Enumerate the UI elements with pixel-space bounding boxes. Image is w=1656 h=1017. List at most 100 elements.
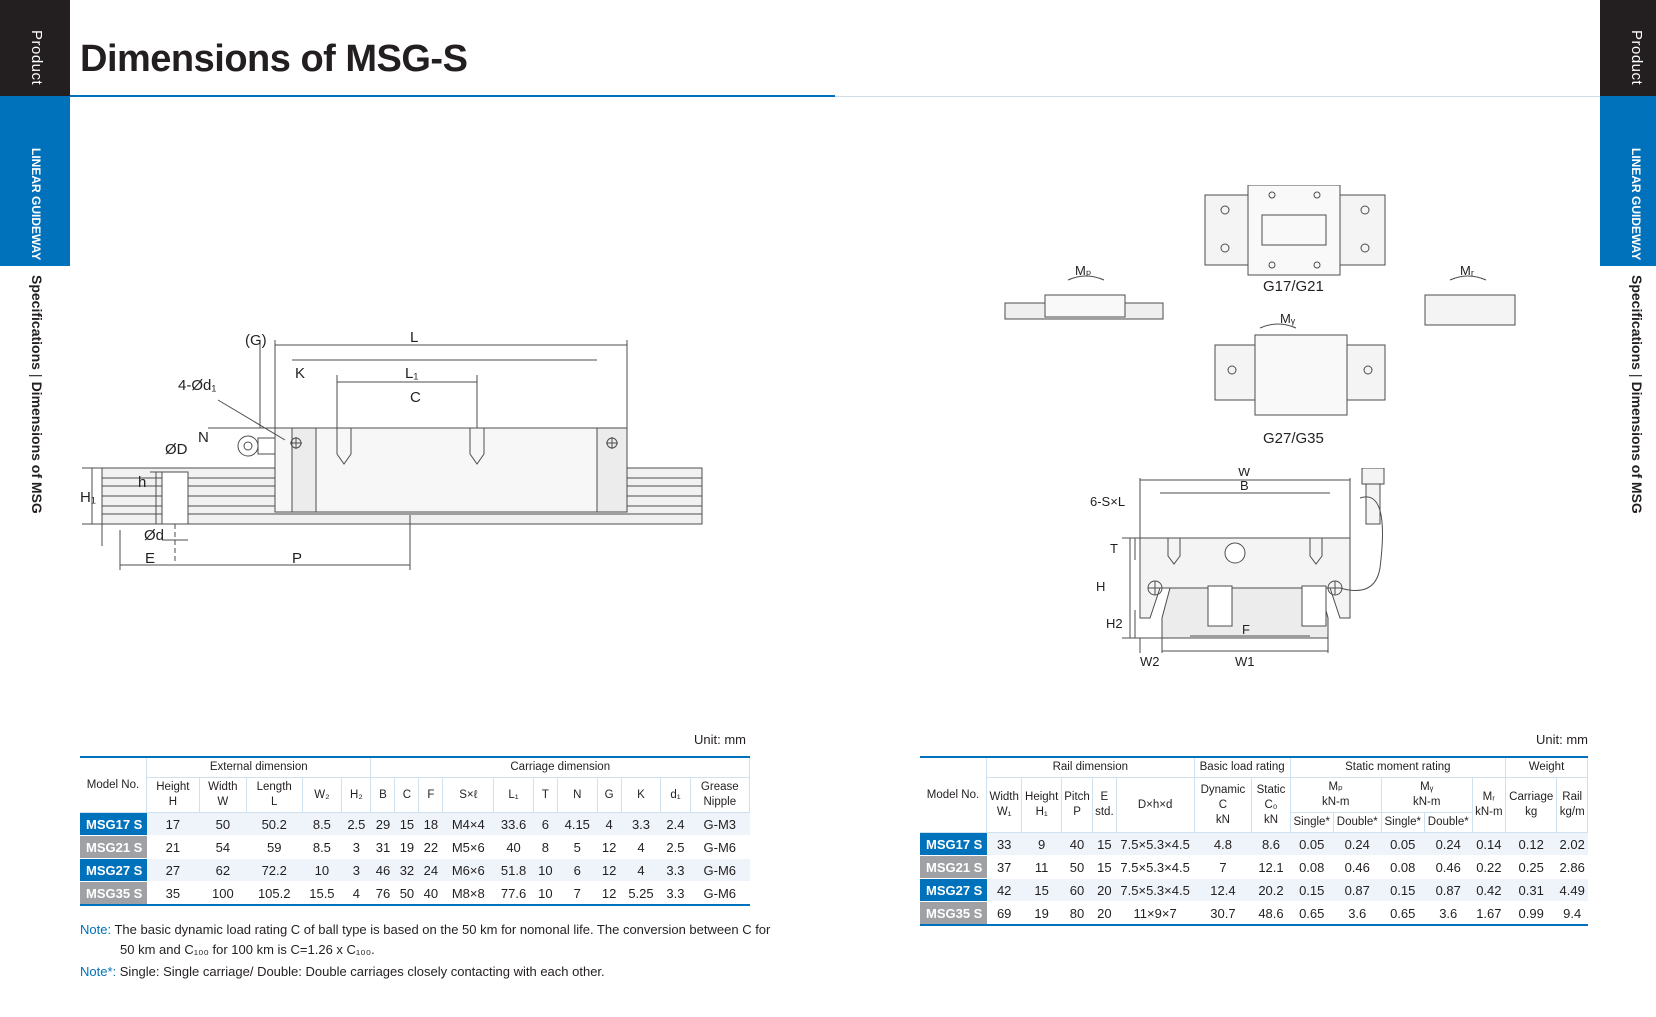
col-header: Height H₁ [1021,777,1062,833]
table-cell: 77.6 [493,881,534,906]
table-cell: 22 [418,835,443,859]
table-cell: 2.02 [1556,832,1588,856]
table-cell: 50 [394,881,419,906]
table-cell: 0.31 [1505,878,1557,902]
table-cell: 12.4 [1194,878,1252,902]
table-cell: 40 [1061,832,1093,856]
label-f: F [1242,622,1250,637]
col-header: Mᵣ kN-m [1472,777,1506,833]
col-header-name: Height [1025,791,1059,803]
table-cell: 20 [1092,901,1117,926]
col-header-name: F [427,788,435,801]
table-cell: 7 [1194,855,1252,879]
table-cell: 80 [1061,901,1093,926]
col-header: N [557,777,598,813]
model-cell: MSG21 S [920,855,987,879]
carriage-shape [274,427,628,513]
col-header: Length L [246,777,303,813]
label-n: N [198,429,209,446]
col-header-name: N [573,788,582,801]
table-cell: 0.08 [1290,855,1334,879]
cross-section-drawing: W B 6-S×L T H H2 F W2 W1 [1090,468,1385,668]
table-row: MSG35 S 69 19 80 20 11×9×7 30.7 48.6 0.65 3.6 0.65… [920,901,1588,926]
breadcrumb-dimensions[interactable]: Dimensions of MSG [1629,382,1645,514]
table-cell: 15.5 [302,881,342,906]
table-cell: 3 [341,835,371,859]
col-header-symbol: Nipple [703,796,737,808]
table-cell: 15 [1092,832,1117,856]
sidebar-section-block [1600,96,1656,266]
table-cell: 7 [557,881,598,906]
table-cell: 4 [597,812,622,836]
label-w1: W1 [1235,654,1255,668]
col-header: L₁ [493,777,534,813]
table-row: MSG21 S 21 54 59 8.5 3 31 19 22 M5×6 40 8 5 12 4 2.5 G-M… [80,835,750,859]
label-d: Ød [144,527,164,544]
table-cell: 15 [394,812,419,836]
header-weight: Weight [1505,756,1589,778]
table-cell: 48.6 [1251,901,1291,926]
table-cell: 7.5×5.3×4.5 [1116,855,1195,879]
table-cell: 0.65 [1290,901,1334,926]
col-header-symbol: H₁ [1035,806,1048,818]
label-b: B [1240,478,1249,493]
table-cell: 0.24 [1333,832,1382,856]
table-cell: 72.2 [246,858,303,882]
table-cell: 2.5 [660,835,691,859]
model-cell: MSG27 S [80,858,147,882]
carriage-front-view-small [1424,294,1516,326]
col-header: Mₚ kN-m [1290,777,1382,813]
label-t: T [1110,541,1118,556]
header-moment: Static moment rating [1290,756,1506,778]
single-header: Single* [1381,812,1425,833]
double-header: Double* [1333,812,1382,833]
col-header-unit: kN-m [1475,806,1503,818]
col-header-name: Mₚ [1328,781,1343,793]
table-cell: 9.4 [1556,901,1588,926]
bolt-shape [1361,468,1385,485]
table-cell: 21 [146,835,200,859]
label-g27-g35: G27/G35 [1263,430,1324,447]
label-h1: H₁ [80,489,96,506]
header-model: Model No. [80,756,147,813]
col-header-name: d₁ [670,788,681,801]
table-cell: 15 [1092,855,1117,879]
col-header-name: Height [156,781,190,793]
model-cell: MSG21 S [80,835,147,859]
col-header: Height H [146,777,200,813]
label-d1: 4-Ød₁ [178,377,216,394]
col-header: Mᵧ kN-m [1381,777,1473,813]
table-cell: 0.99 [1505,901,1557,926]
table-cell: 0.87 [1333,878,1382,902]
breadcrumb-specifications[interactable]: Specifications [1629,275,1645,370]
col-header-name: T [541,788,549,801]
breadcrumb-dimensions[interactable]: Dimensions of MSG [29,382,45,514]
table-cell: 35 [146,881,200,906]
col-header-name: G [604,788,614,801]
label-my: Mᵧ [1280,311,1296,326]
col-header-line: Dynamic [1200,783,1246,796]
col-header-symbol: L [271,796,278,808]
table-cell: 50.2 [246,812,303,836]
note-1-label: Note: [80,922,112,937]
col-header: G [597,777,622,813]
sidebar-section-label: LINEAR GUIDEWAY [29,148,43,261]
table-cell: 4.8 [1194,832,1252,856]
left-spec-table: Model No. External dimension Carriage di… [80,756,751,906]
table-cell: 0.14 [1472,832,1506,856]
table-row: MSG35 S 35 100 105.2 15.5 4 76 50 40 M8×8 77.6 10 7 1… [80,881,750,906]
table-cell: 30.7 [1194,901,1252,926]
table-cell: 19 [1021,901,1062,926]
table-cell: 40 [493,835,534,859]
right-table-unit: Unit: mm [1536,732,1588,747]
table-cell: 8.5 [302,812,342,836]
col-header-line: C [1218,798,1228,811]
moment-views-drawing: Mₚ Mᵣ Mᵧ G17/G21 G27/G35 [1004,185,1516,447]
breadcrumb-specifications[interactable]: Specifications [29,275,45,370]
table-cell: 105.2 [246,881,303,906]
col-header-name: Carriage [1509,791,1554,803]
notes: Note: The basic dynamic load rating C of… [80,920,770,982]
table-cell: 5 [557,835,598,859]
table-cell: 3.6 [1333,901,1382,926]
table-cell: 0.08 [1381,855,1425,879]
